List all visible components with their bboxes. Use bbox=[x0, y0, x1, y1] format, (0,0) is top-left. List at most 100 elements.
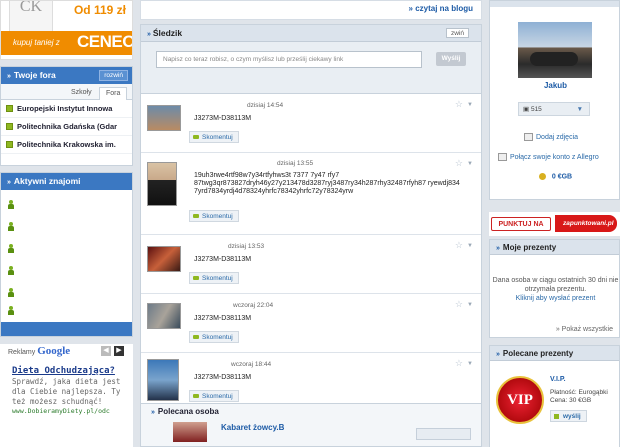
user-icon bbox=[8, 244, 14, 253]
post-box: Napisz co teraz robisz, o czym myślisz l… bbox=[141, 42, 481, 94]
chevron-down-icon[interactable]: ▼ bbox=[467, 102, 473, 108]
my-gifts-info: Dana osoba w ciągu ostatnich 30 dni nie … bbox=[492, 277, 619, 302]
forums-expand-select[interactable]: rozwiń bbox=[99, 70, 128, 81]
forum-item[interactable]: Politechnika Krakowska im. bbox=[1, 136, 132, 154]
entry-thumbnail[interactable] bbox=[147, 359, 179, 401]
star-icon[interactable]: ☆ bbox=[455, 99, 463, 110]
blog-link[interactable]: » czytaj na blogu bbox=[409, 4, 473, 13]
entry-avatar[interactable] bbox=[147, 162, 177, 206]
ad-buy-text: kupuj taniej z bbox=[13, 38, 60, 47]
friend-item[interactable] bbox=[1, 194, 132, 216]
entry-time: dzisiaj 13:53 bbox=[228, 243, 265, 250]
send-gift-link[interactable]: Kliknij aby wysłać prezent bbox=[516, 295, 596, 302]
chevron-down-icon[interactable]: ▼ bbox=[467, 243, 473, 249]
forums-tabs: Szkoły Fora bbox=[1, 84, 132, 100]
show-all-link[interactable]: » Pokaż wszystkie bbox=[556, 326, 613, 333]
google-ads: Reklamy Google ◀ ▶ Dieta Odchudzająca? S… bbox=[0, 344, 133, 447]
punktuj-banner[interactable]: PUNKTUJ NA zapunktowani.pl bbox=[489, 212, 620, 236]
active-friends-title: Aktywni znajomi bbox=[13, 176, 81, 186]
forum-item[interactable]: Europejski Instytut Innowa bbox=[1, 100, 132, 118]
google-ads-header: Reklamy Google ◀ ▶ bbox=[0, 344, 133, 358]
chevron-down-icon: ▼ bbox=[576, 106, 583, 113]
next-ad-icon[interactable]: ▶ bbox=[114, 346, 124, 356]
chevron-down-icon[interactable]: ▼ bbox=[467, 302, 473, 308]
friend-item[interactable] bbox=[1, 282, 132, 304]
entry-time: wczoraj 18:44 bbox=[231, 361, 272, 368]
status-input[interactable]: Napisz co teraz robisz, o czym myślisz l… bbox=[156, 51, 422, 68]
star-icon[interactable]: ☆ bbox=[455, 299, 463, 310]
send-gift-button[interactable]: wyślij bbox=[550, 410, 587, 422]
profile-name[interactable]: Jakub bbox=[490, 81, 620, 90]
entry-thumbnail[interactable] bbox=[147, 303, 181, 329]
arrow-icon: » bbox=[496, 351, 500, 358]
comment-button[interactable]: Skomentuj bbox=[189, 331, 239, 343]
tab-szkoly[interactable]: Szkoły bbox=[65, 87, 98, 100]
feed-entry: dzisiaj 13:55 19uh3rwe4rtf98w7y34rtfyhws… bbox=[141, 153, 481, 235]
collapse-button[interactable]: zwiń bbox=[445, 28, 469, 38]
comment-button[interactable]: Skomentuj bbox=[189, 210, 239, 222]
send-button[interactable]: Wyślij bbox=[436, 52, 466, 66]
recommended-header: » Polecana osoba bbox=[151, 407, 219, 416]
allegro-link[interactable]: Połącz swoje konto z Allegro bbox=[490, 153, 620, 163]
friend-item[interactable] bbox=[1, 260, 132, 282]
entry-time: wczoraj 22:04 bbox=[233, 302, 274, 309]
user-icon bbox=[8, 266, 14, 275]
comment-icon bbox=[193, 214, 199, 218]
forums-box: » Twoje fora rozwiń Szkoły Fora Europejsk… bbox=[0, 66, 133, 166]
chevron-down-icon[interactable]: ▼ bbox=[467, 161, 473, 167]
entry-text: J3273M-D38113M bbox=[194, 115, 252, 122]
user-icon bbox=[8, 288, 14, 297]
forum-icon bbox=[6, 105, 13, 112]
entry-thumbnail[interactable] bbox=[147, 105, 181, 131]
profile-header bbox=[490, 1, 619, 7]
user-icon bbox=[8, 200, 14, 209]
vip-gift-icon[interactable]: VIP bbox=[496, 376, 544, 424]
friend-item[interactable] bbox=[1, 238, 132, 260]
recommended-image[interactable] bbox=[173, 422, 207, 442]
entry-thumbnail[interactable] bbox=[147, 246, 181, 272]
recommended-gifts-header: » Polecane prezenty bbox=[490, 346, 619, 361]
friend-item[interactable] bbox=[1, 304, 132, 318]
comment-button[interactable]: Skomentuj bbox=[189, 390, 239, 402]
points-dropdown[interactable]: ▣ 515 ▼ bbox=[518, 102, 590, 116]
ceneo-ad[interactable]: CK Od 119 zł kupuj taniej z CENEO bbox=[0, 0, 133, 60]
chevron-down-icon[interactable]: ▼ bbox=[467, 361, 473, 367]
feed-entry: dzisiaj 14:54 J3273M-D38113M Skomentuj ☆… bbox=[141, 94, 481, 153]
my-gifts-box: » Moje prezenty Dana osoba w ciągu ostatn… bbox=[489, 239, 620, 338]
ad-title-link[interactable]: Dieta Odchudzająca? bbox=[0, 366, 133, 377]
camera-icon bbox=[524, 133, 533, 142]
sledzik-box: » Śledzik zwiń Napisz co teraz robisz, o… bbox=[140, 24, 482, 447]
arrow-icon: » bbox=[7, 73, 11, 80]
star-icon[interactable]: ☆ bbox=[455, 358, 463, 369]
points-value: 515 bbox=[530, 106, 542, 113]
tab-fora[interactable]: Fora bbox=[99, 87, 128, 100]
ad-url[interactable]: www.DobieramyDiety.pl/odc bbox=[0, 407, 133, 416]
friends-footer bbox=[1, 322, 132, 336]
gift-payment: Płatność: Eurogąbki bbox=[550, 389, 608, 396]
star-icon[interactable]: ☆ bbox=[455, 240, 463, 251]
allegro-icon bbox=[498, 153, 507, 162]
entry-time: dzisiaj 13:55 bbox=[277, 160, 314, 167]
profile-box: Jakub ▣ 515 ▼ Dodaj zdjęcia Połącz swoje… bbox=[489, 0, 620, 200]
coin-icon bbox=[538, 173, 546, 180]
entry-time: dzisiaj 14:54 bbox=[247, 102, 284, 109]
zapunktowani-logo: zapunktowani.pl bbox=[555, 215, 617, 232]
add-photos-link[interactable]: Dodaj zdjęcia bbox=[490, 133, 620, 143]
comment-button[interactable]: Skomentuj bbox=[189, 272, 239, 284]
recommended-name-link[interactable]: Kabaret żowcy.B bbox=[221, 423, 284, 432]
left-column: CK Od 119 zł kupuj taniej z CENEO » Twoje… bbox=[0, 0, 133, 447]
egb-balance[interactable]: 0 €GB bbox=[490, 173, 620, 180]
gift-name[interactable]: V.I.P. bbox=[550, 376, 566, 384]
star-icon[interactable]: ☆ bbox=[455, 158, 463, 169]
comment-button[interactable]: Skomentuj bbox=[189, 131, 239, 143]
entry-text: J3273M-D38113M bbox=[194, 315, 252, 322]
recommended-person: » Polecana osoba Kabaret żowcy.B bbox=[141, 403, 481, 446]
arrow-icon: » bbox=[151, 409, 155, 416]
profile-photo[interactable] bbox=[518, 22, 592, 78]
friend-item[interactable] bbox=[1, 216, 132, 238]
prev-ad-icon[interactable]: ◀ bbox=[101, 346, 111, 356]
ceneo-logo: CENEO bbox=[77, 32, 133, 51]
forum-icon bbox=[6, 123, 13, 130]
add-friend-button[interactable] bbox=[416, 428, 471, 440]
forum-item[interactable]: Politechnika Gdańska (Gdar bbox=[1, 118, 132, 136]
